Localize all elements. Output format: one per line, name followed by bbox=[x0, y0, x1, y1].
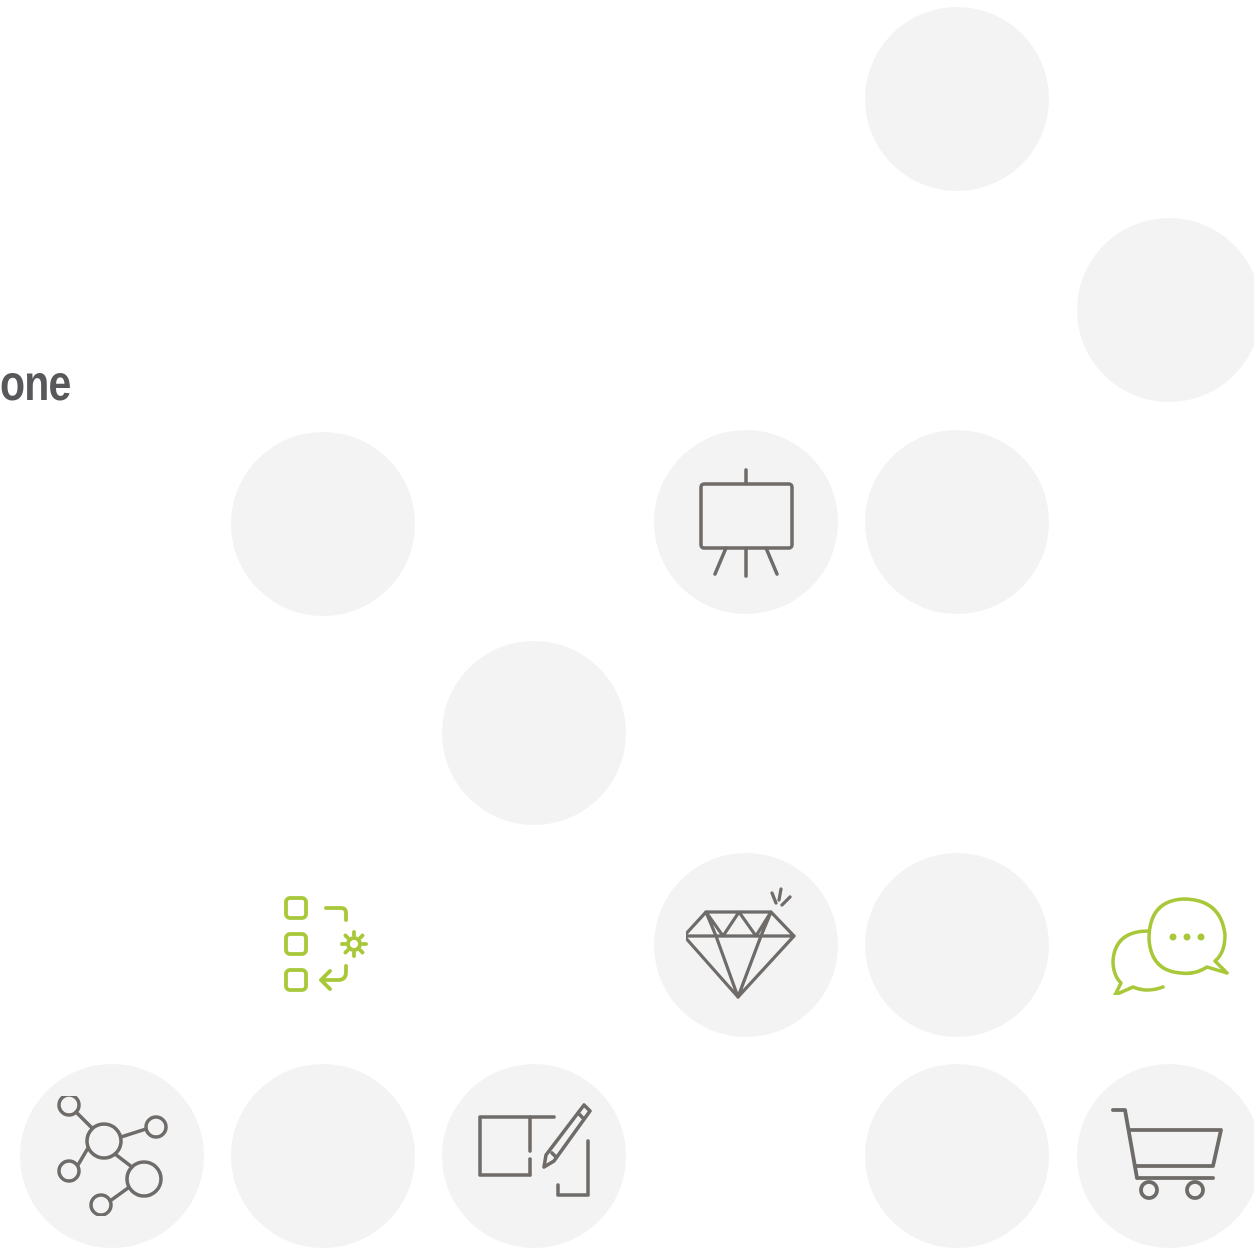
wireframe-pencil-icon bbox=[478, 1103, 592, 1197]
wireframe-circle bbox=[442, 1064, 626, 1248]
process-icon-wrap bbox=[231, 853, 415, 1037]
cart-circle bbox=[1077, 1064, 1254, 1248]
shopping-cart-icon bbox=[1111, 1108, 1223, 1200]
diamond-circle bbox=[654, 853, 838, 1037]
placeholder-circle bbox=[231, 432, 415, 616]
presentation-circle bbox=[654, 430, 838, 614]
placeholder-circle bbox=[1077, 218, 1254, 402]
chat-icon-wrap bbox=[1077, 853, 1254, 1037]
placeholder-circle bbox=[865, 853, 1049, 1037]
network-nodes-icon bbox=[57, 1096, 168, 1216]
placeholder-circle bbox=[231, 1064, 415, 1248]
placeholder-circle bbox=[865, 7, 1049, 191]
diamond-icon bbox=[686, 887, 796, 999]
network-circle bbox=[20, 1064, 204, 1248]
placeholder-circle bbox=[865, 1064, 1049, 1248]
chat-bubbles-icon bbox=[1111, 897, 1229, 995]
presentation-easel-icon bbox=[699, 468, 794, 578]
placeholder-circle bbox=[865, 430, 1049, 614]
headline-text: one bbox=[0, 355, 71, 411]
placeholder-circle bbox=[442, 641, 626, 825]
process-list-gear-icon bbox=[284, 896, 368, 992]
